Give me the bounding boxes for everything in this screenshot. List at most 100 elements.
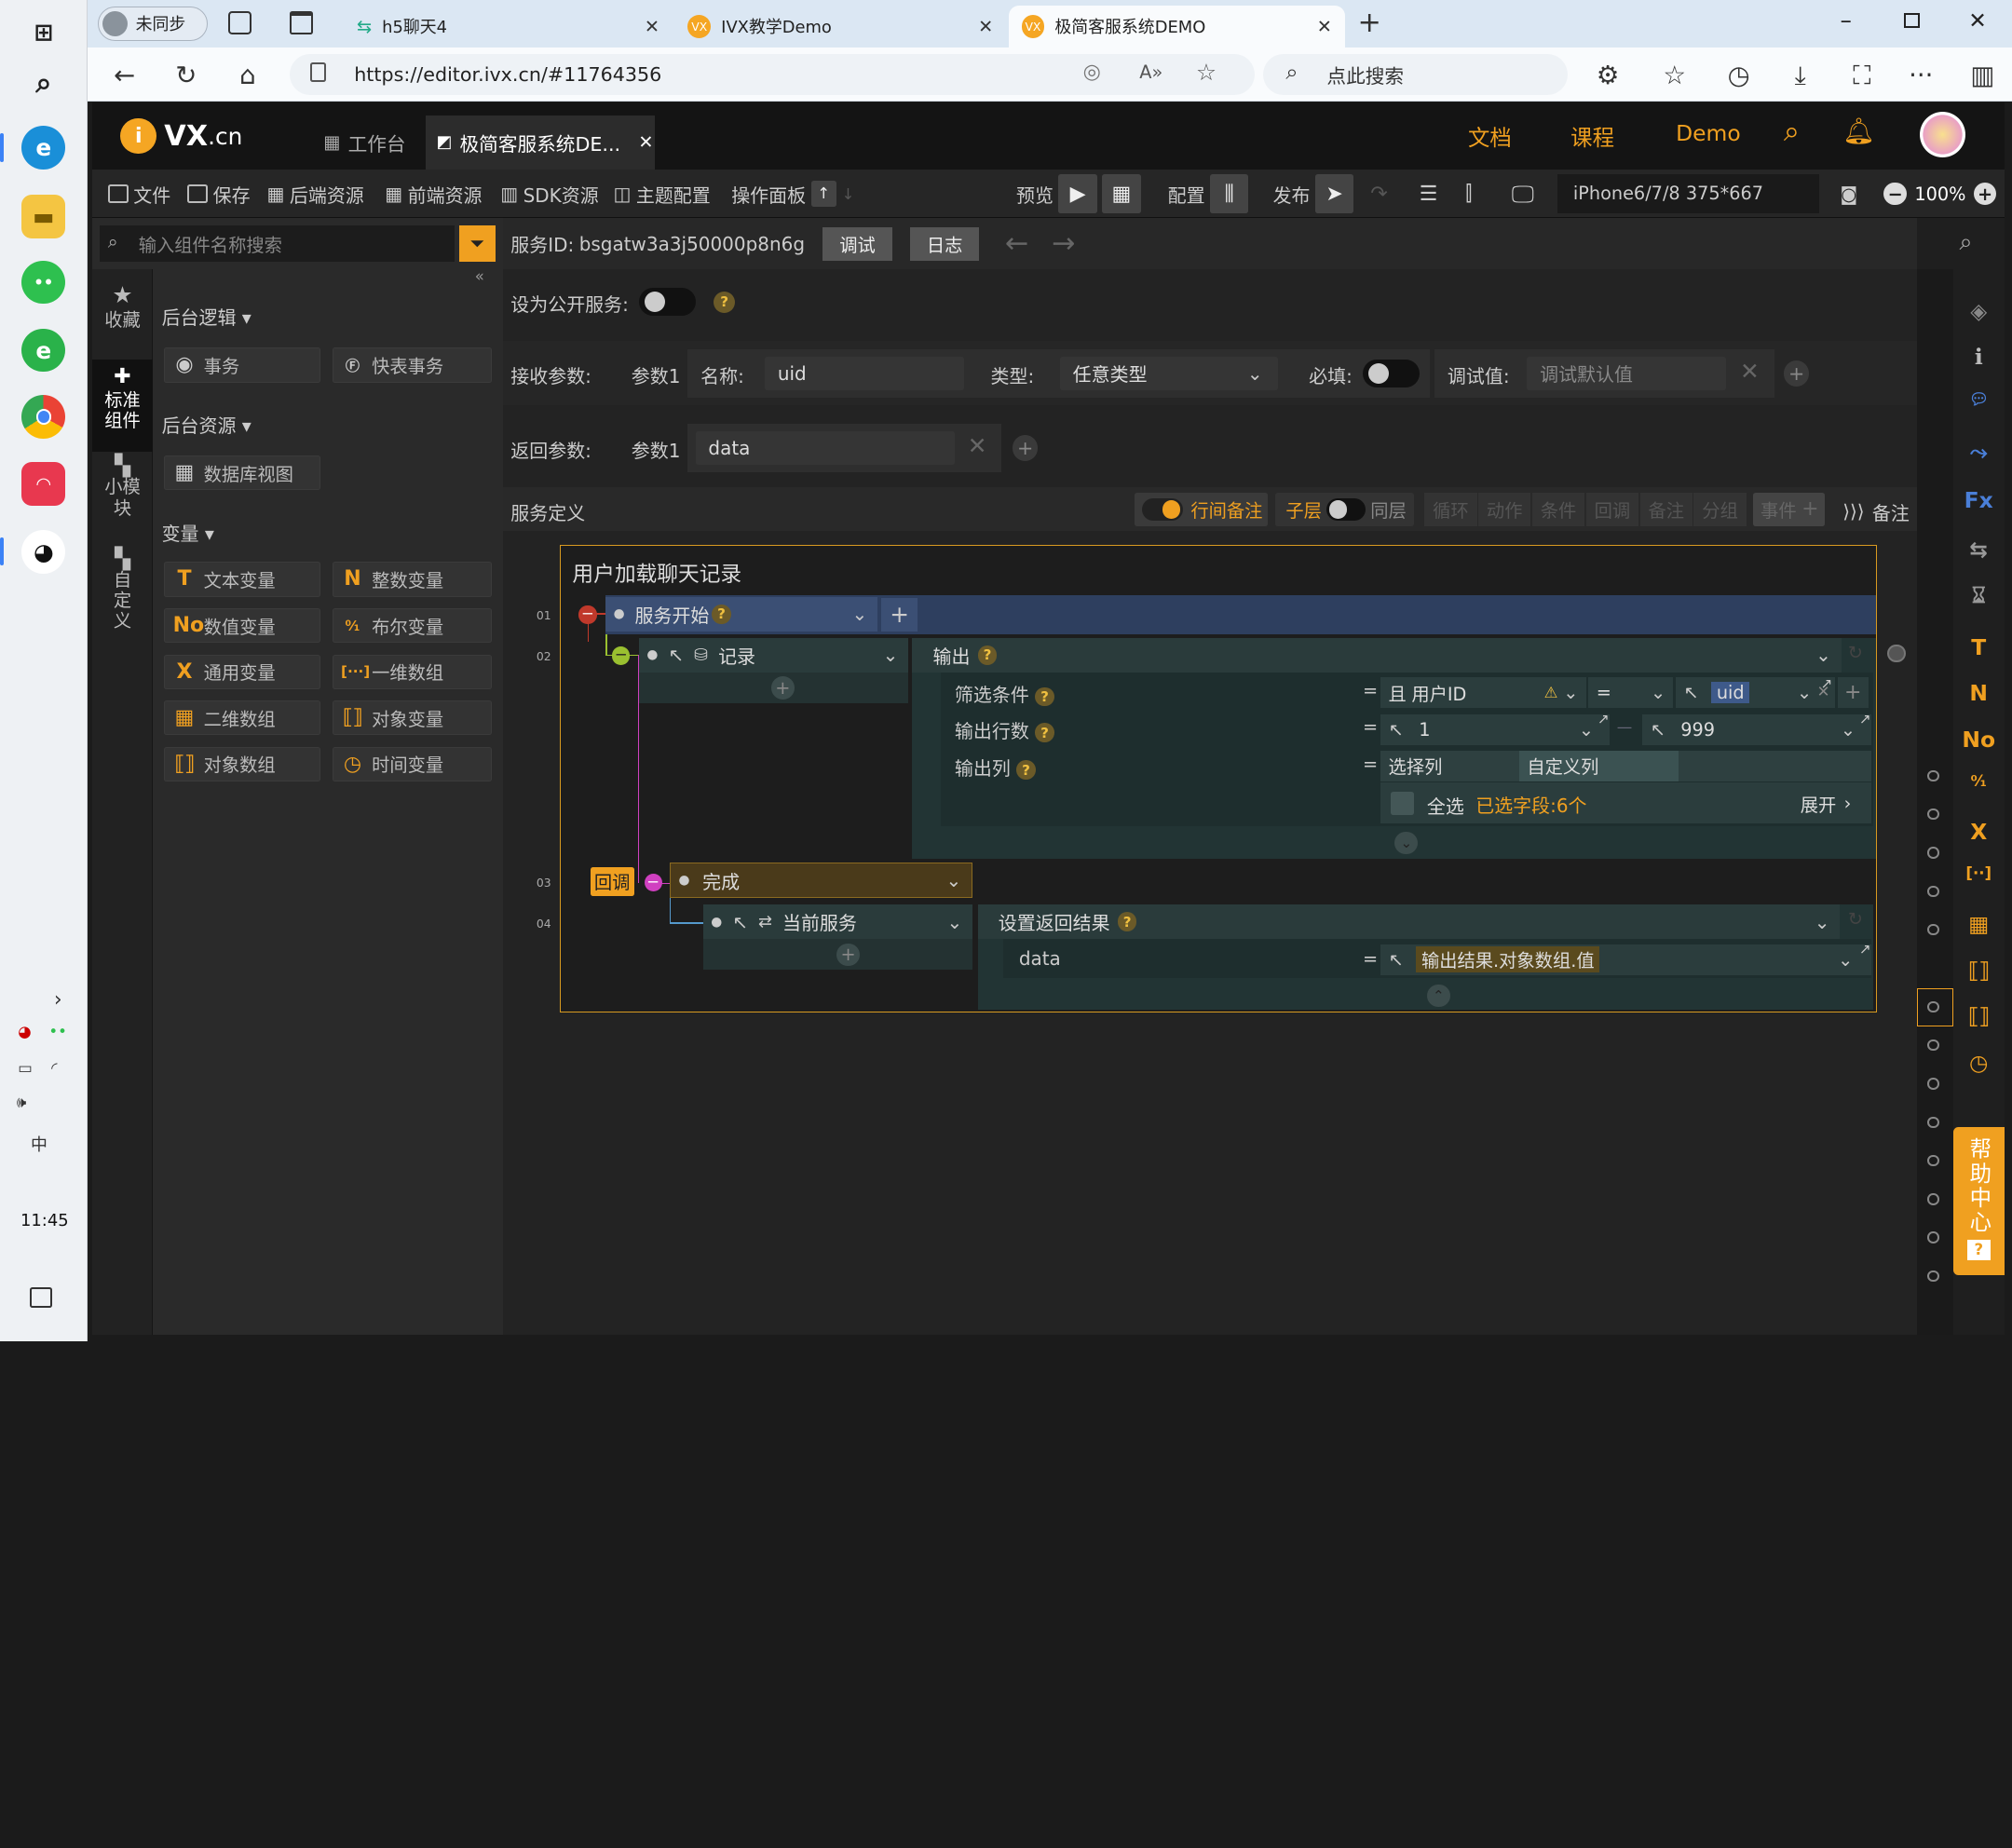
rows-from-field[interactable]: ↖ 1 ⌄ ↗ — [1380, 711, 1610, 746]
camera-icon[interactable]: ◙ — [1840, 170, 1857, 218]
chevron-down-icon[interactable]: ⌄ — [883, 644, 899, 666]
more-icon[interactable]: ··· — [1904, 59, 1937, 92]
param-name-input[interactable]: uid — [765, 356, 964, 390]
arrow-up-icon[interactable]: ↑ — [810, 181, 837, 207]
row-note-toggle[interactable]: 行间备注 — [1134, 492, 1269, 526]
browser-tab-ivx-demo[interactable]: VX IVX教学Demo ✕ — [675, 6, 1006, 48]
search-icon[interactable]: ⌕ — [21, 61, 65, 105]
new-tab-button[interactable]: + — [1357, 7, 1380, 39]
send-icon[interactable]: ➤ — [1315, 174, 1354, 213]
url-field[interactable]: https://editor.ivx.cn/#11764356 ◎ A» ☆ — [290, 53, 1256, 95]
help-center-button[interactable]: 帮助中心 ? — [1952, 1126, 2005, 1276]
rail-dot[interactable] — [1927, 885, 1939, 897]
object-array-icon[interactable]: ⟦⟧ — [1955, 1003, 2002, 1029]
add-child-icon[interactable]: + — [770, 675, 795, 700]
chevron-down-icon[interactable]: ⌄ — [945, 869, 961, 891]
minimize-button[interactable]: – — [1840, 7, 1851, 34]
variable-item[interactable]: ⁰⁄₁ 布尔变量 — [332, 607, 492, 644]
bool-var-icon[interactable]: ⁰⁄₁ — [1955, 772, 2002, 790]
variable-item[interactable]: X 通用变量 — [164, 654, 321, 689]
variable-item[interactable]: ⟦⟧ 对象数组 — [164, 746, 321, 781]
help-icon[interactable]: ? — [712, 604, 731, 624]
rail-dot[interactable] — [1927, 808, 1939, 821]
return-param-input[interactable]: data — [695, 430, 955, 465]
select-columns-tab[interactable]: 选择列 — [1380, 750, 1520, 781]
close-tab-icon[interactable]: ✕ — [645, 16, 659, 37]
variable-item[interactable]: [···] 一维数组 — [332, 654, 492, 689]
redo-icon[interactable]: ↷ — [1370, 170, 1387, 218]
service-start-node[interactable]: ● 服务开始? ⌄ — [605, 596, 878, 632]
transaction-item[interactable]: ◉ 事务 — [164, 347, 321, 383]
close-tab-icon[interactable]: ✕ — [1317, 16, 1332, 37]
hourglass-icon[interactable]: ⌛︎ — [1955, 582, 2002, 608]
rows-to-field[interactable]: ↖ 999 ⌄ ↗ — [1642, 711, 1871, 746]
chat-icon[interactable]: 💬︎ — [1955, 390, 2002, 409]
swap-icon[interactable]: ⇆ — [1955, 537, 2002, 563]
input-method-icon[interactable]: 中 — [31, 1132, 48, 1156]
help-icon[interactable]: ? — [1117, 912, 1137, 932]
arrow-left-icon[interactable]: ← — [1005, 227, 1028, 260]
debug-button[interactable]: 调试 — [822, 226, 892, 261]
filter-value-field[interactable]: ↖ uid ⌄ ↗ — [1676, 675, 1835, 709]
close-tab-icon[interactable]: ✕ — [978, 16, 993, 37]
close-project-icon[interactable]: ✕ — [638, 131, 653, 153]
target-icon[interactable] — [1887, 644, 1906, 662]
nav-modules[interactable]: ▚ 小模块 — [92, 456, 153, 536]
database-view-item[interactable]: ▦ 数据库视图 — [164, 455, 321, 491]
workbench-tab[interactable]: ▦ 工作台 — [308, 116, 424, 170]
frontend-resources-button[interactable]: ▦ 前端资源 — [385, 170, 482, 218]
search-icon[interactable]: ⌕ — [1923, 228, 2010, 255]
expand-icon[interactable]: ↗ — [1859, 711, 1871, 727]
set-result-header[interactable]: 设置返回结果? ⌄ — [977, 904, 1841, 940]
action-button[interactable]: 条件 — [1531, 492, 1585, 526]
restore-button[interactable] — [1904, 12, 1920, 29]
action-button[interactable]: 分组 — [1693, 492, 1747, 526]
browser-tab-service-demo[interactable]: VX 极简客服系统DEMO ✕ — [1008, 5, 1345, 48]
param-type-select[interactable]: 任意类型 ⌄ — [1059, 356, 1279, 390]
collapse-node-icon[interactable]: − — [644, 874, 662, 892]
bell-icon[interactable]: 🔔︎ — [1842, 116, 1875, 146]
device-select[interactable]: iPhone6/7/8 375*667 — [1557, 174, 1820, 213]
wechat-tray-icon[interactable]: •• — [48, 1023, 66, 1040]
debug-value-input[interactable]: 调试默认值 — [1527, 356, 1726, 390]
favorite-star-icon[interactable]: ☆ — [1196, 59, 1217, 86]
text-var-icon[interactable]: T — [1955, 634, 2002, 660]
collapse-node-icon[interactable]: − — [612, 646, 631, 665]
rail-dot[interactable] — [1927, 1116, 1939, 1128]
remove-param-icon[interactable]: ✕ — [1740, 358, 1760, 385]
expand-icon[interactable]: ↗ — [1597, 711, 1610, 727]
refresh-icon[interactable]: ↻ — [170, 59, 203, 92]
add-return-icon[interactable]: + — [1012, 435, 1039, 461]
flow-title[interactable]: 用户加载聊天记录 — [572, 557, 741, 588]
search-icon[interactable]: ⌕ — [1784, 116, 1800, 149]
windows-start-icon[interactable]: ⊞ — [21, 10, 65, 54]
collapse-result-icon[interactable]: ⌃ — [1426, 984, 1450, 1008]
filter-operator-select[interactable]: = ⌄ — [1588, 677, 1674, 709]
help-icon[interactable]: ? — [1035, 723, 1054, 743]
filter-field-select[interactable]: 且 用户ID ⚠ ⌄ — [1380, 677, 1586, 709]
demo-link[interactable]: Demo — [1676, 120, 1741, 146]
tab-actions-icon[interactable] — [290, 11, 314, 35]
variable-item[interactable]: ⟦⟧ 对象变量 — [332, 700, 492, 736]
music-app-icon[interactable]: ◠ — [21, 461, 66, 506]
add-condition-icon[interactable]: + — [1837, 677, 1869, 709]
downloads-icon[interactable]: ⤓ — [1784, 59, 1817, 92]
sdk-resources-button[interactable]: ▥ SDK资源 — [500, 170, 598, 218]
read-aloud-icon[interactable]: A» — [1139, 61, 1162, 83]
component-search-input[interactable]: 输入组件名称搜索 — [100, 225, 455, 262]
required-toggle[interactable] — [1363, 359, 1420, 388]
sidebar-icon[interactable]: ▥ — [1965, 59, 1999, 92]
function-icon[interactable]: Fx — [1955, 487, 2002, 513]
rail-dot[interactable] — [1927, 1078, 1939, 1090]
section-backend-logic[interactable]: 后台逻辑 ▾ — [162, 303, 252, 330]
volume-icon[interactable]: 🕪 — [17, 1094, 26, 1112]
history-icon[interactable]: ◷ — [1722, 59, 1756, 92]
wifi-icon[interactable]: ◜ — [51, 1059, 57, 1077]
rail-dot[interactable] — [1927, 769, 1939, 781]
profile-button[interactable]: 未同步 — [97, 6, 209, 42]
object-var-icon[interactable]: ⟦⟧ — [1955, 958, 2002, 984]
variable-item[interactable]: T 文本变量 — [164, 562, 321, 597]
chevron-down-icon[interactable]: ⌄ — [852, 603, 868, 625]
battery-icon[interactable]: ▭ — [18, 1059, 33, 1077]
play-icon[interactable]: ▶ — [1058, 174, 1097, 213]
